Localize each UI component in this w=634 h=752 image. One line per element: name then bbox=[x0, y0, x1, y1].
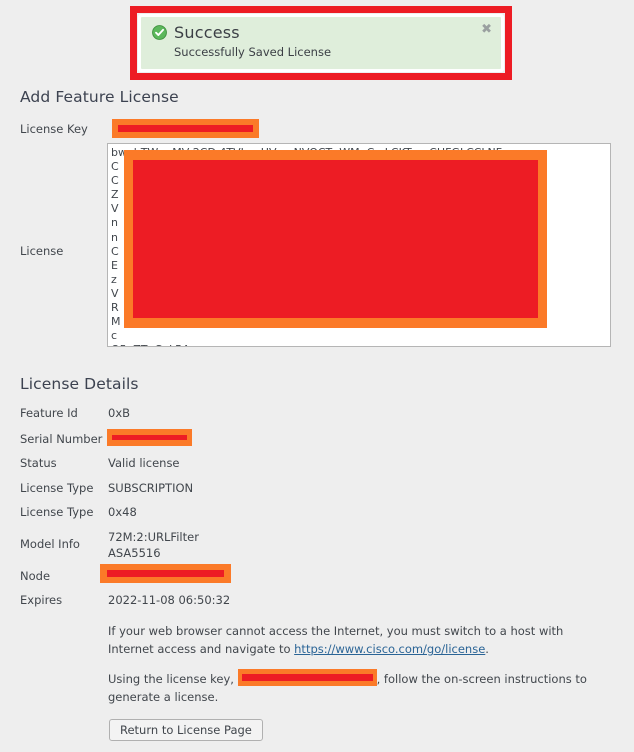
expires-label: Expires bbox=[20, 593, 63, 607]
internet-access-instructions: If your web browser cannot access the In… bbox=[108, 622, 604, 658]
internet-access-text-after: . bbox=[485, 642, 489, 656]
license-type-label-1: License Type bbox=[20, 481, 94, 495]
license-type-label-2: License Type bbox=[20, 505, 94, 519]
return-to-license-page-button[interactable]: Return to License Page bbox=[109, 719, 263, 741]
expires-value: 2022-11-08 06:50:32 bbox=[108, 593, 231, 607]
license-label: License bbox=[20, 244, 64, 258]
cisco-license-link[interactable]: https://www.cisco.com/go/license bbox=[294, 642, 485, 656]
page-title-add-feature-license: Add Feature License bbox=[20, 88, 179, 106]
model-info-label: Model Info bbox=[20, 537, 80, 551]
success-alert-header: Success bbox=[152, 24, 491, 41]
status-value: Valid license bbox=[108, 456, 180, 470]
success-alert-title: Success bbox=[174, 23, 240, 42]
success-alert: Success Successfully Saved License ✖ bbox=[138, 14, 504, 72]
license-type-value-2: 0x48 bbox=[108, 505, 137, 519]
model-info-value: 72M:2:URLFilter ASA5516 bbox=[108, 530, 199, 560]
success-alert-body: Success Successfully Saved License ✖ bbox=[140, 16, 502, 70]
redaction-license-text bbox=[124, 150, 547, 328]
license-key-text-before: Using the license key, bbox=[108, 672, 238, 686]
license-key-label: License Key bbox=[20, 122, 88, 136]
feature-id-label: Feature Id bbox=[20, 406, 78, 420]
redaction-license-key bbox=[112, 119, 259, 138]
node-label: Node bbox=[20, 569, 51, 583]
check-circle-icon bbox=[152, 25, 167, 40]
redaction-node bbox=[100, 564, 231, 583]
license-type-value-1: SUBSCRIPTION bbox=[108, 481, 194, 495]
page-title-license-details: License Details bbox=[20, 375, 139, 393]
redaction-serial-number bbox=[107, 429, 192, 446]
redaction-inline-license-key bbox=[237, 669, 377, 686]
success-alert-message: Successfully Saved License bbox=[174, 45, 332, 59]
close-icon[interactable]: ✖ bbox=[481, 23, 492, 36]
license-key-instructions: Using the license key, , follow the on-s… bbox=[108, 669, 604, 706]
feature-id-value: 0xB bbox=[108, 406, 131, 420]
serial-number-label: Serial Number bbox=[20, 432, 103, 446]
status-label: Status bbox=[20, 456, 57, 470]
